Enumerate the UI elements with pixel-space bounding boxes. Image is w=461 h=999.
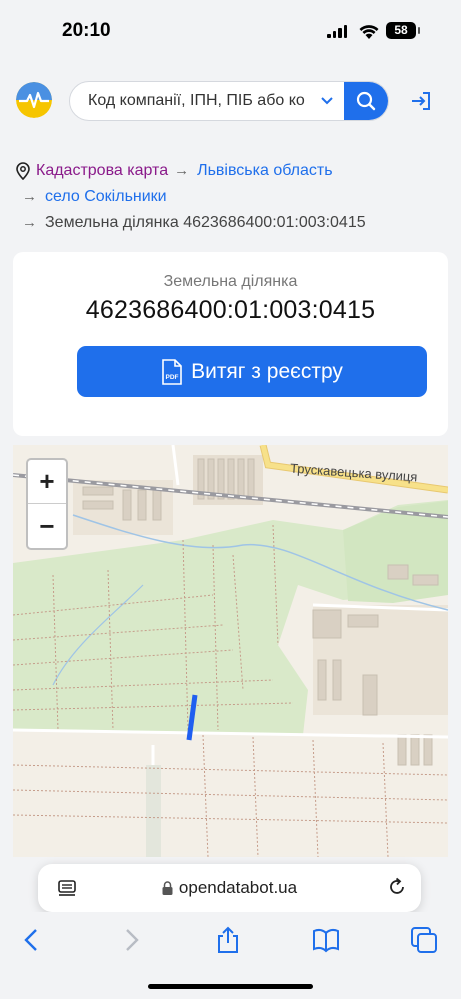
parcel-number: 4623686400:01:003:0415 [85, 296, 376, 324]
search-icon [356, 91, 376, 111]
url-text: opendatabot.ua [178, 878, 298, 897]
zoom-out-button[interactable]: − [28, 504, 66, 548]
search-box [69, 81, 389, 121]
status-time: 20:10 [62, 20, 111, 41]
breadcrumb: Кадастрова карта → Львівська область → с… [16, 158, 446, 236]
search-button[interactable] [344, 82, 388, 120]
search-input[interactable] [70, 82, 320, 120]
opendatabot-logo[interactable] [16, 82, 52, 118]
browser-address-bar[interactable]: opendatabot.ua [38, 864, 421, 912]
parcel-subtitle: Земельна ділянка [163, 273, 298, 290]
tabs-icon[interactable] [410, 926, 438, 954]
registry-extract-button[interactable]: PDF Витяг з реєстру [77, 346, 427, 397]
login-icon[interactable] [410, 90, 432, 112]
map-tiles [13, 445, 448, 857]
reload-icon[interactable] [387, 877, 407, 897]
breadcrumb-current-parcel: Земельна ділянка 4623686400:01:003:0415 [45, 214, 366, 231]
url-display: opendatabot.ua [38, 864, 421, 912]
parcel-card: Земельна ділянка 4623686400:01:003:0415 … [13, 252, 448, 436]
registry-extract-label: Витяг з реєстру [191, 359, 343, 383]
forward-icon[interactable] [117, 926, 145, 954]
wifi-icon [359, 25, 379, 39]
home-indicator [148, 984, 313, 989]
lock-icon [162, 881, 173, 895]
zoom-in-button[interactable]: + [28, 460, 66, 504]
back-icon[interactable] [18, 926, 46, 954]
arrow-right-icon: → [22, 214, 37, 231]
pdf-file-icon: PDF [162, 358, 182, 385]
breadcrumb-cadastral-map[interactable]: Кадастрова карта [36, 158, 168, 184]
cellular-signal-icon [327, 25, 347, 38]
pdf-badge: PDF [166, 374, 179, 381]
breadcrumb-region[interactable]: Львівська область [197, 158, 332, 184]
site-header [0, 62, 461, 142]
breadcrumb-village[interactable]: село Сокільники [45, 184, 167, 210]
arrow-right-icon: → [174, 162, 190, 179]
status-bar: 20:10 58 [0, 0, 461, 62]
map-pin-icon [16, 162, 30, 180]
bookmarks-icon[interactable] [312, 926, 340, 954]
share-icon[interactable] [214, 926, 242, 954]
battery-icon: 58 [386, 22, 420, 39]
zoom-controls: + − [26, 458, 68, 550]
arrow-right-icon: → [22, 188, 37, 205]
chevron-down-icon[interactable] [320, 94, 334, 108]
cadastral-map[interactable]: Трускавецька вулиця + − [13, 445, 448, 857]
